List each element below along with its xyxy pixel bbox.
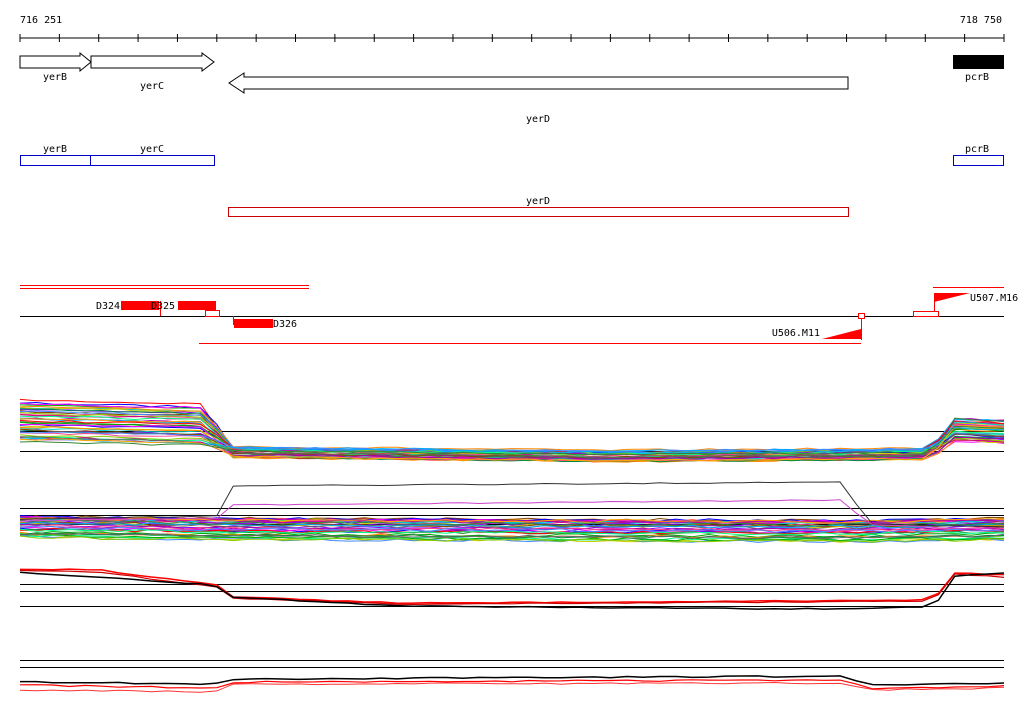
marker-bracket-u507: [913, 311, 939, 317]
feature-label-d324: D324: [96, 301, 120, 312]
gene-arrow-yerD[interactable]: [228, 72, 849, 94]
feature-label-d326: D326: [273, 319, 297, 330]
ruler-start-label: 716 251: [20, 15, 62, 26]
genome-browser: 716 251 718 750 yerB yerC yerD pcrB yerB…: [19, 15, 1018, 693]
marker-flag-u507[interactable]: [934, 293, 970, 302]
gene-box-yerC-label: yerC: [140, 144, 164, 155]
track-3-series-line: [19, 569, 1005, 606]
gene-box-pcrB-label: pcrB: [965, 144, 989, 155]
expression-track-2: [19, 481, 1005, 544]
ruler-end-label: 718 750: [960, 15, 1002, 26]
feature-track: D324 D325 D326 U506.M11 U507.M16: [20, 285, 1018, 344]
track-3-series-line: [19, 568, 1005, 605]
gene-arrow-yerC-label: yerC: [140, 81, 164, 92]
gene-arrow-pcrB[interactable]: [953, 55, 1004, 69]
gene-box-yerD-label: yerD: [526, 196, 550, 207]
gene-arrow-track: yerB yerC yerD pcrB: [19, 51, 1004, 125]
gene-box-pcrB[interactable]: [953, 155, 1004, 166]
gene-arrow-yerB-label: yerB: [43, 72, 67, 83]
gene-arrow-yerC[interactable]: [90, 52, 215, 72]
gene-box-yerD[interactable]: [228, 207, 849, 217]
feature-label-d325: D325: [151, 301, 175, 312]
gene-arrow-yerB[interactable]: [19, 51, 92, 73]
expression-track-3: [19, 568, 1005, 610]
feature-block-d326[interactable]: [234, 319, 273, 328]
gene-arrow-pcrB-label: pcrB: [965, 72, 989, 83]
feature-block-d325[interactable]: [178, 301, 216, 310]
gene-box-yerC[interactable]: [90, 155, 215, 166]
gene-arrow-yerD-label: yerD: [526, 114, 550, 125]
marker-label-u507: U507.M16: [970, 293, 1018, 304]
marker-stub-u506: [858, 313, 865, 319]
gene-box-track: yerB yerC yerD pcrB: [20, 144, 1004, 217]
feature-bracket-1: [205, 310, 220, 317]
expression-track-1: [19, 398, 1005, 463]
expression-track-4: [19, 660, 1005, 693]
marker-flag-u506[interactable]: [822, 329, 861, 339]
gene-box-yerB-label: yerB: [43, 144, 67, 155]
marker-label-u506: U506.M11: [772, 328, 820, 339]
coordinate-ruler: 716 251 718 750: [19, 15, 1005, 42]
gene-box-yerB[interactable]: [20, 155, 91, 166]
